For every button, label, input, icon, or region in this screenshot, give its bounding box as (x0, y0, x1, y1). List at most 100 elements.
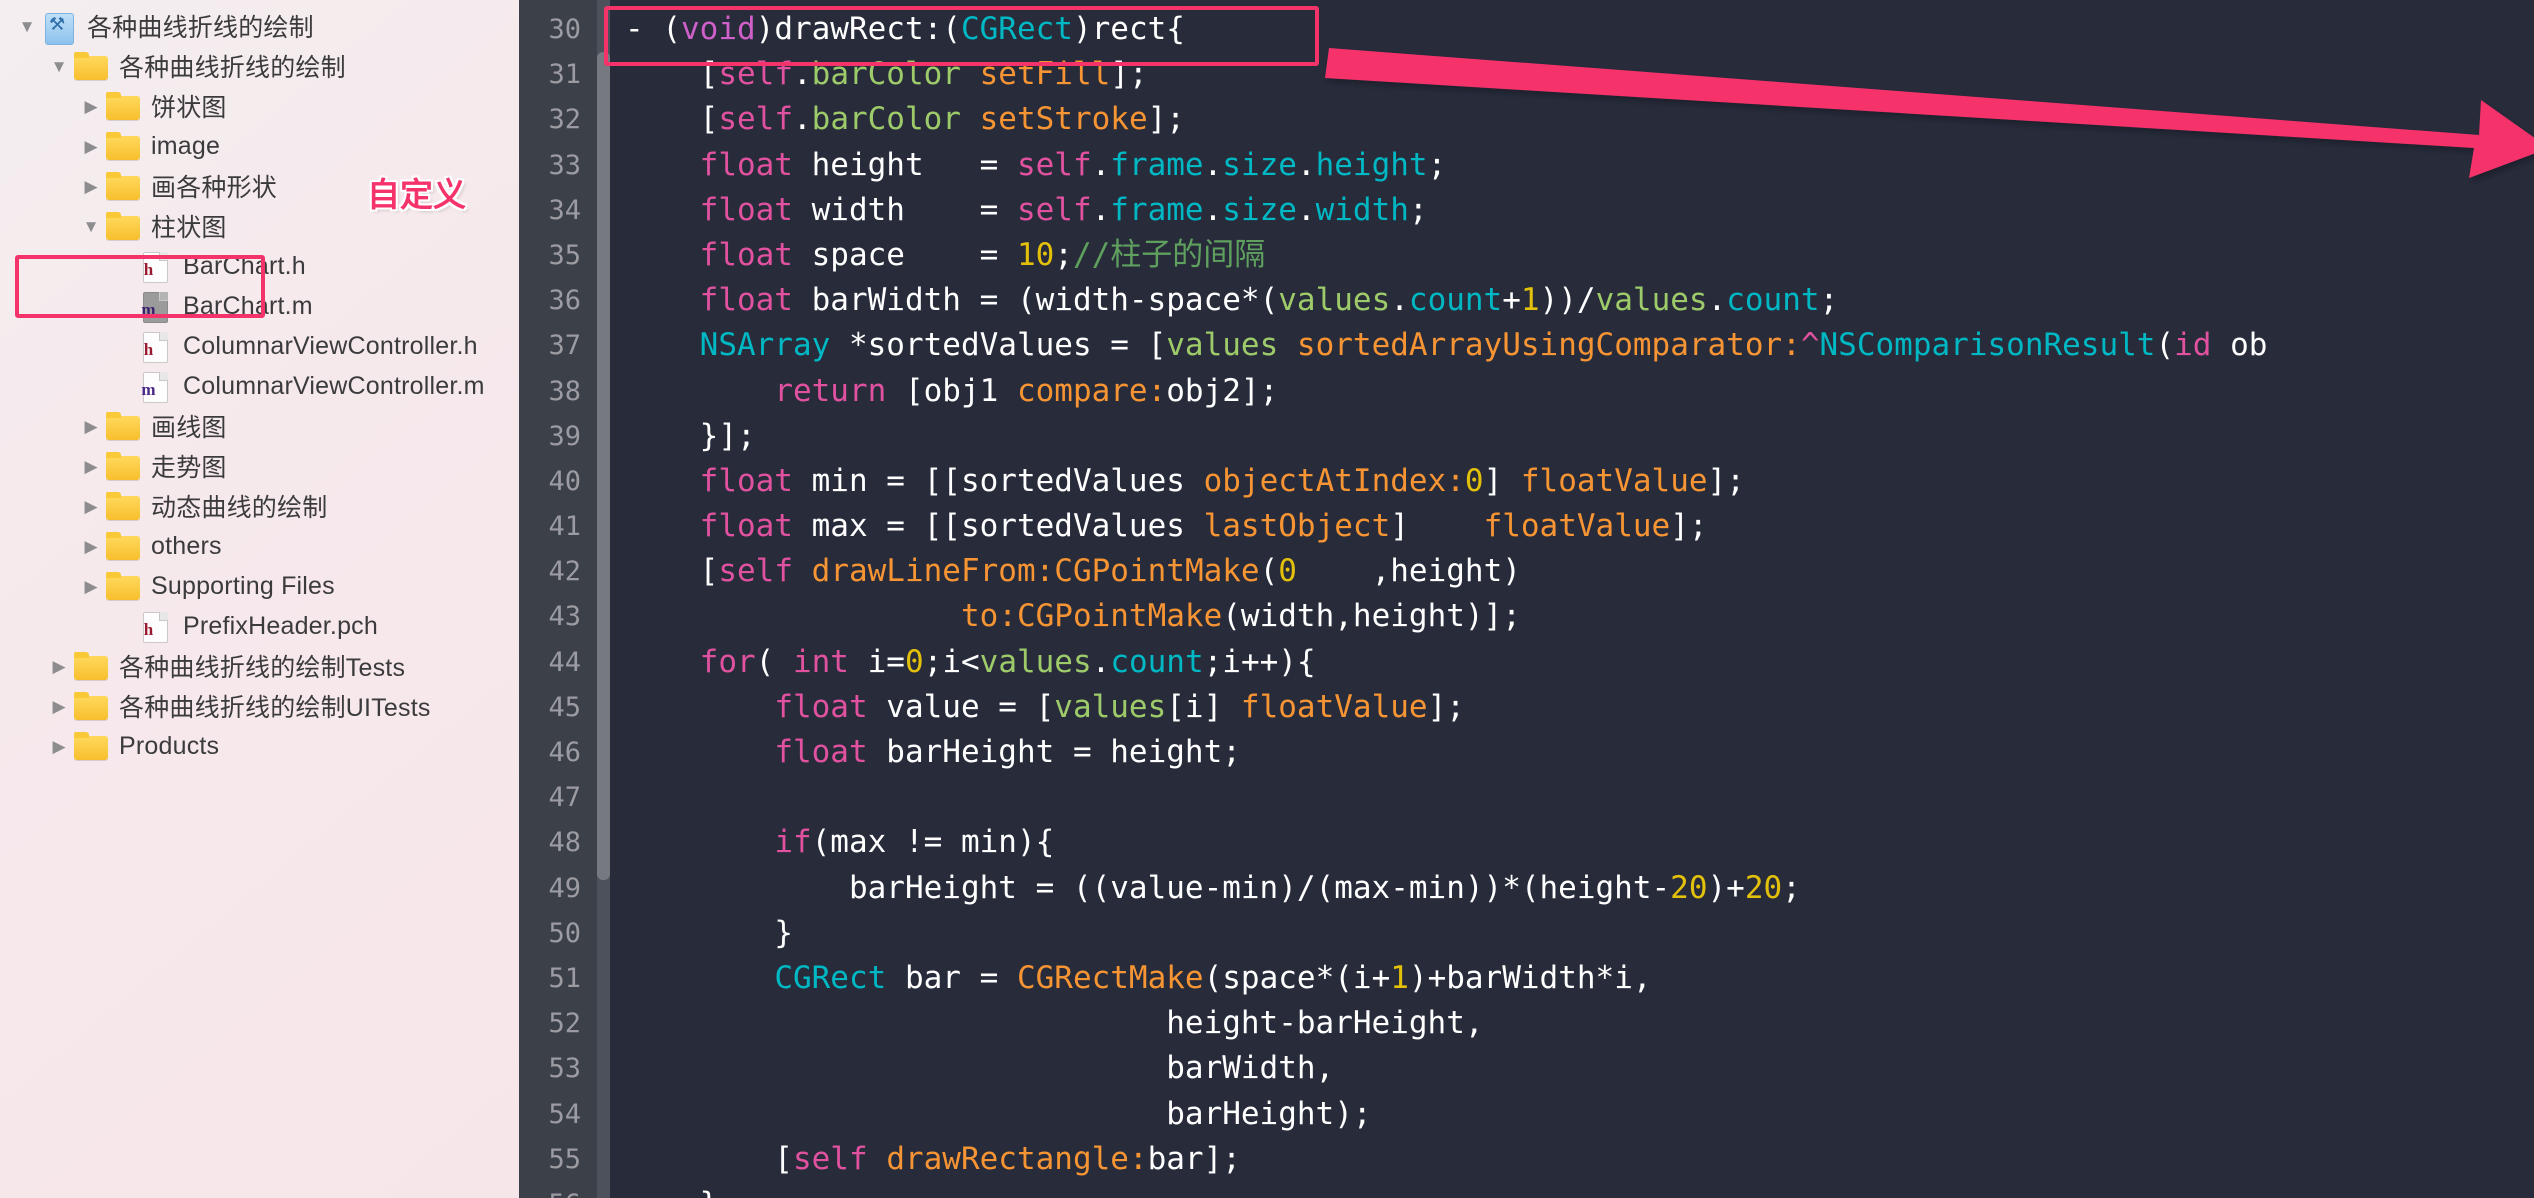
file-tree-row[interactable]: h PrefixHeader.pch (0, 606, 519, 646)
line-number: 40 (548, 465, 581, 497)
file-tree-row-label: 动态曲线的绘制 (151, 494, 328, 522)
code-token: [ (625, 553, 719, 590)
code-token: values (1278, 282, 1391, 319)
code-line[interactable]: return [obj1 compare:obj2]; (625, 369, 2534, 414)
code-line[interactable]: barHeight = ((value-min)/(max-min))*(hei… (625, 866, 2534, 911)
editor-scroll-thumb[interactable] (597, 52, 610, 880)
code-line[interactable]: [self drawLineFrom:CGPointMake(0 ,height… (625, 549, 2534, 594)
code-token: lastObject (1203, 508, 1391, 545)
code-token: float (699, 508, 793, 545)
chevron-down-icon[interactable] (14, 18, 40, 35)
chevron-right-icon[interactable] (46, 658, 72, 675)
chevron-right-icon[interactable] (78, 418, 104, 435)
file-tree-row[interactable]: h ColumnarViewController.h (0, 326, 519, 366)
code-token: size (1222, 191, 1297, 228)
project-file-tree[interactable]: 各种曲线折线的绘制各种曲线折线的绘制饼状图image画各种形状柱状图hBarCh… (0, 6, 519, 766)
code-line[interactable]: height-barHeight, (625, 1001, 2534, 1046)
file-tree-row[interactable]: others (0, 526, 519, 566)
code-token: barHeight = height; (867, 734, 1241, 770)
source-code-content[interactable]: - (void)drawRect:(CGRect)rect{ [self.bar… (597, 0, 2534, 1198)
code-token: 1 (1390, 959, 1409, 996)
file-tree-row[interactable]: image (0, 126, 519, 166)
line-number: 48 (548, 827, 581, 859)
chevron-right-icon[interactable] (78, 178, 104, 195)
chevron-right-icon[interactable] (78, 578, 104, 595)
code-line[interactable]: float max = [[sortedValues lastObject] f… (625, 504, 2534, 549)
code-line[interactable]: float space = 10;//柱子的间隔 (625, 233, 2534, 278)
chevron-right-icon[interactable] (46, 698, 72, 715)
code-line[interactable]: float min = [[sortedValues objectAtIndex… (625, 459, 2534, 504)
code-line[interactable]: [self drawRectangle:bar]; (625, 1137, 2534, 1182)
file-tree-row[interactable]: 动态曲线的绘制 (0, 486, 519, 526)
file-tree-row[interactable]: h BarChart.h (0, 246, 519, 286)
code-token: } (625, 914, 793, 951)
file-tree-row[interactable]: 走势图 (0, 446, 519, 486)
file-tree-row-label: PrefixHeader.pch (183, 611, 378, 640)
line-number: 49 (548, 872, 581, 904)
xcode-project-icon (40, 11, 78, 45)
file-tree-row[interactable]: Products (0, 726, 519, 766)
chevron-down-icon[interactable] (78, 218, 104, 235)
file-tree-row[interactable]: 饼状图 (0, 86, 519, 126)
code-token: } (625, 1186, 719, 1198)
code-token: values (1595, 282, 1708, 319)
code-editor[interactable]: 30 31 32 33 34 35 36 37 38 39 40 41 42 43 44 45 46 47 48 49… (519, 0, 2534, 1198)
chevron-down-icon[interactable] (46, 58, 72, 75)
code-line[interactable]: to:CGPointMake(width,height)]; (625, 594, 2534, 639)
code-line[interactable]: float barWidth = (width-space*(values.co… (625, 278, 2534, 323)
code-token: height = (792, 146, 1017, 183)
file-tree-row-label: Products (119, 731, 220, 760)
chevron-right-icon[interactable] (78, 498, 104, 515)
code-token: self (718, 553, 793, 590)
chevron-right-icon[interactable] (46, 738, 72, 755)
code-line[interactable]: float value = [values[i] floatValue]; (625, 685, 2534, 730)
code-token: float (699, 282, 793, 319)
file-tree-row[interactable]: 各种曲线折线的绘制 (0, 6, 519, 46)
file-tree-row[interactable]: 画线图 (0, 406, 519, 446)
code-line[interactable]: NSArray *sortedValues = [values sortedAr… (625, 323, 2534, 368)
line-number: 39 (548, 420, 581, 452)
chevron-right-icon[interactable] (78, 538, 104, 555)
code-token: self (1016, 146, 1092, 183)
line-number: 45 (548, 691, 581, 723)
code-token: ob (2211, 327, 2268, 364)
code-line[interactable] (625, 775, 2534, 820)
code-line[interactable]: barHeight); (625, 1092, 2534, 1137)
chevron-right-icon[interactable] (78, 98, 104, 115)
project-navigator-sidebar[interactable]: 各种曲线折线的绘制各种曲线折线的绘制饼状图image画各种形状柱状图hBarCh… (0, 0, 519, 1198)
code-token: count (1408, 282, 1503, 319)
code-line[interactable]: } (625, 911, 2534, 956)
code-line[interactable]: [self.barColor setStroke]; (625, 97, 2534, 142)
code-line[interactable]: } (625, 1182, 2534, 1198)
code-token: . (1091, 643, 1111, 680)
code-token: float (699, 191, 793, 228)
code-line[interactable]: CGRect bar = CGRectMake(space*(i+1)+barW… (625, 956, 2534, 1001)
code-line[interactable]: }]; (625, 414, 2534, 459)
code-line[interactable]: if(max != min){ (625, 820, 2534, 865)
file-tree-row[interactable]: Supporting Files (0, 566, 519, 606)
file-tree-row[interactable]: m BarChart.m (0, 286, 519, 326)
code-token: self (1016, 191, 1092, 228)
code-line[interactable]: for( int i=0;i<values.count;i++){ (625, 640, 2534, 685)
chevron-right-icon[interactable] (78, 458, 104, 475)
chevron-right-icon[interactable] (78, 138, 104, 155)
code-line[interactable]: float height = self.frame.size.height; (625, 143, 2534, 188)
file-tree-row[interactable]: m ColumnarViewController.m (0, 366, 519, 406)
file-tree-row[interactable]: 各种曲线折线的绘制Tests (0, 646, 519, 686)
code-token: . (792, 56, 812, 93)
code-token: 10 (1016, 236, 1055, 273)
file-tree-row[interactable]: 各种曲线折线的绘制 (0, 46, 519, 86)
code-token: ( (1259, 553, 1279, 590)
code-line[interactable]: float width = self.frame.size.width; (625, 188, 2534, 233)
code-line[interactable]: barWidth, (625, 1046, 2534, 1091)
file-tree-row[interactable]: 各种曲线折线的绘制UITests (0, 686, 519, 726)
code-token: to: (960, 598, 1017, 635)
code-line[interactable]: float barHeight = height; (625, 730, 2534, 775)
code-line[interactable]: [self.barColor setFill]; (625, 52, 2534, 97)
code-token: barColor (811, 56, 961, 93)
code-token: values (1166, 327, 1279, 364)
code-line[interactable]: - (void)drawRect:(CGRect)rect{ (625, 7, 2534, 52)
code-token: values (1054, 688, 1167, 725)
